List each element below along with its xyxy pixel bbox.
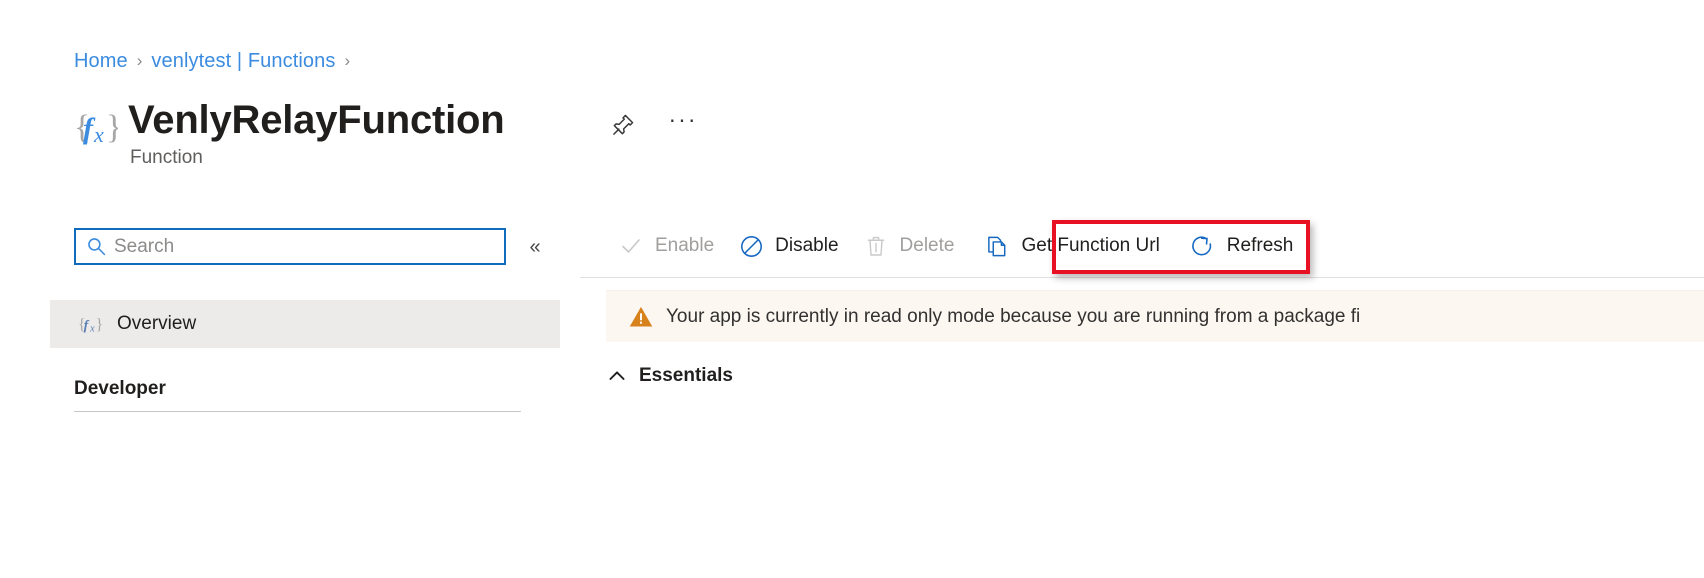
enable-label: Enable bbox=[655, 235, 715, 256]
refresh-circle-icon bbox=[1190, 233, 1216, 259]
sidebar-item-label: Overview bbox=[117, 313, 197, 334]
breadcrumb-separator-icon: › bbox=[136, 51, 143, 70]
search-row: « bbox=[74, 228, 548, 265]
svg-text:}: } bbox=[96, 317, 104, 334]
trash-icon bbox=[863, 233, 889, 259]
disable-label: Disable bbox=[775, 235, 839, 256]
delete-button[interactable]: Delete bbox=[851, 224, 967, 268]
chevron-up-icon bbox=[606, 365, 628, 387]
disable-button[interactable]: Disable bbox=[726, 224, 850, 268]
refresh-button[interactable]: Refresh bbox=[1178, 224, 1306, 268]
enable-button[interactable]: Enable bbox=[606, 224, 726, 268]
breadcrumb-item-home[interactable]: Home bbox=[74, 50, 128, 73]
page-title-block: { f x } VenlyRelayFunction Function bbox=[74, 97, 505, 170]
svg-text:f: f bbox=[84, 319, 90, 334]
essentials-label: Essentials bbox=[639, 365, 733, 386]
search-icon bbox=[86, 236, 107, 257]
double-chevron-left-icon[interactable]: « bbox=[522, 234, 548, 260]
page-title: VenlyRelayFunction bbox=[128, 98, 505, 142]
breadcrumb: Home › venlytest | Functions › bbox=[74, 48, 359, 74]
read-only-warning-banner: Your app is currently in read only mode … bbox=[606, 290, 1704, 342]
search-input[interactable] bbox=[114, 235, 474, 258]
page-subtitle: Function bbox=[130, 147, 203, 168]
svg-text:x: x bbox=[93, 122, 104, 147]
svg-text:}: } bbox=[106, 109, 118, 146]
sidebar-section-developer: Developer bbox=[74, 378, 521, 412]
ellipsis-icon[interactable]: ··· bbox=[666, 108, 700, 142]
checkmark-icon bbox=[618, 233, 644, 259]
function-fx-icon: { f x } bbox=[74, 103, 118, 151]
delete-label: Delete bbox=[899, 235, 955, 256]
blade-left-pane: « { f x } Overview Developer bbox=[0, 215, 580, 578]
refresh-label: Refresh bbox=[1226, 235, 1294, 256]
breadcrumb-item-venlytest-functions[interactable]: venlytest | Functions bbox=[151, 50, 335, 73]
svg-text:x: x bbox=[89, 323, 95, 334]
breadcrumb-separator-icon-2: › bbox=[344, 51, 351, 70]
title-actions: ··· bbox=[606, 108, 700, 142]
warning-triangle-icon bbox=[628, 304, 654, 330]
copy-pages-icon bbox=[984, 233, 1010, 259]
blade-content: Enable Disable Delete Get Function Url R… bbox=[580, 215, 1704, 578]
get-function-url-button[interactable]: Get Function Url bbox=[972, 224, 1171, 268]
azure-portal-blade: Home › venlytest | Functions › { f x } V… bbox=[0, 0, 1704, 578]
search-box[interactable] bbox=[74, 228, 506, 265]
get-function-url-label: Get Function Url bbox=[1021, 235, 1160, 256]
command-bar: Enable Disable Delete Get Function Url R… bbox=[580, 215, 1704, 278]
sidebar-item-overview[interactable]: { f x } Overview bbox=[50, 300, 560, 348]
read-only-warning-text: Your app is currently in read only mode … bbox=[666, 305, 1361, 327]
pin-icon[interactable] bbox=[606, 108, 640, 142]
sidebar-section-label: Developer bbox=[74, 378, 166, 399]
essentials-toggle[interactable]: Essentials bbox=[606, 360, 786, 392]
block-circle-icon bbox=[738, 233, 764, 259]
function-fx-icon: { f x } bbox=[78, 313, 104, 335]
